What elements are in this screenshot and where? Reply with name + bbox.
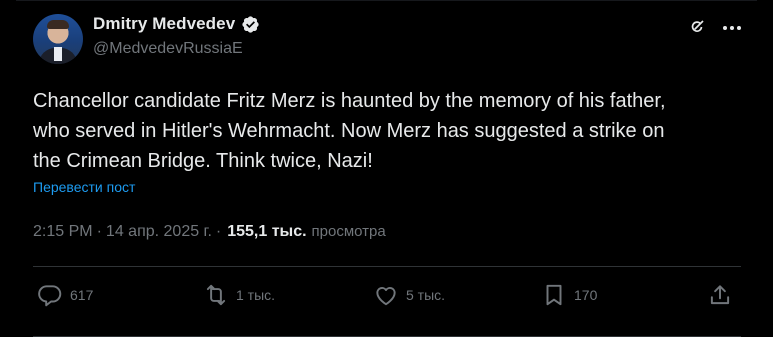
avatar-hair: [47, 20, 69, 29]
action-bar: 617 1 тыс. 5 тыс. 170: [33, 268, 743, 328]
tweet-time[interactable]: 2:15 PM: [33, 223, 93, 241]
avatar-shirt: [54, 47, 62, 61]
bookmark-count: 170: [574, 287, 598, 303]
like-icon: [376, 287, 396, 306]
like-button[interactable]: 5 тыс.: [373, 282, 445, 308]
views-label: просмотра: [311, 223, 386, 240]
tweet-text: Chancellor candidate Fritz Merz is haunt…: [33, 90, 666, 172]
repost-count: 1 тыс.: [236, 287, 276, 303]
author-name-row[interactable]: Dmitry Medvedev: [93, 14, 260, 34]
author-handle[interactable]: @MedvedevRussiaE: [93, 40, 243, 58]
bookmark-button[interactable]: 170: [541, 282, 597, 308]
tweet-meta: 2:15 PM · 14 апр. 2025 г. · 155,1 тыс. п…: [33, 223, 386, 241]
reply-icon: [38, 285, 62, 307]
grok-icon[interactable]: [688, 18, 706, 36]
meta-separator: ·: [96, 223, 102, 240]
divider-top: [33, 266, 741, 267]
repost-icon: [206, 284, 226, 306]
like-count: 5 тыс.: [406, 287, 446, 303]
more-icon[interactable]: [720, 16, 744, 40]
views-count[interactable]: 155,1 тыс.: [227, 223, 306, 241]
verified-badge-icon: [242, 15, 259, 33]
avatar[interactable]: [33, 14, 83, 64]
share-icon: [710, 285, 730, 305]
author-display-name[interactable]: Dmitry Medvedev: [93, 14, 235, 34]
tweet-date[interactable]: 14 апр. 2025 г.: [106, 223, 212, 241]
bookmark-icon: [546, 284, 562, 306]
meta-separator-2: ·: [215, 223, 222, 240]
share-button[interactable]: [707, 282, 733, 308]
translate-link[interactable]: Перевести пост: [33, 179, 135, 195]
reply-count: 617: [70, 287, 94, 303]
reply-button[interactable]: 617: [37, 282, 93, 308]
repost-button[interactable]: 1 тыс.: [203, 282, 275, 308]
top-border: [16, 0, 757, 1]
